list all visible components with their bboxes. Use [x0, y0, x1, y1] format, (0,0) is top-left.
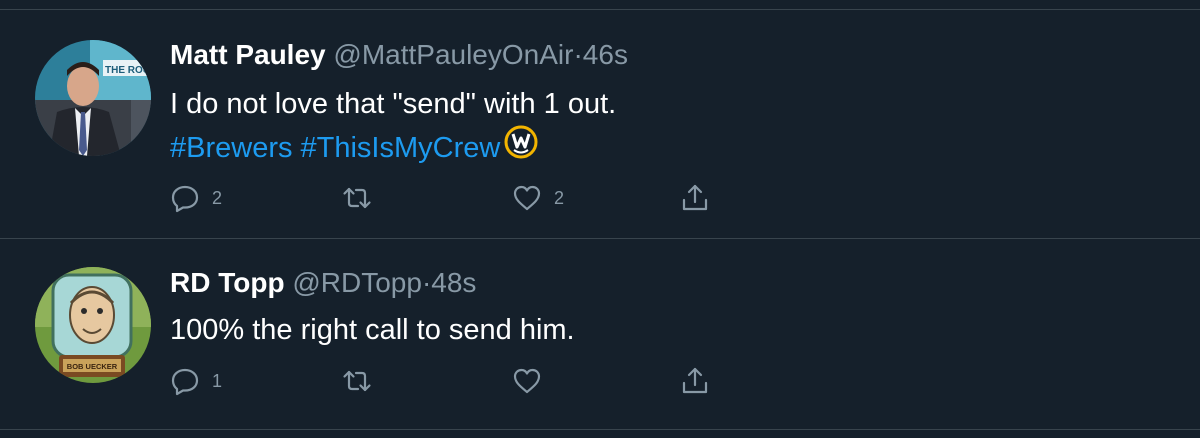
like-button[interactable] — [512, 364, 554, 398]
share-button[interactable] — [680, 364, 710, 398]
like-button[interactable]: 2 — [512, 181, 564, 215]
timestamp[interactable]: 48s — [431, 267, 476, 298]
tweet[interactable]: BOB UECKER RD Topp @RDTopp·48s 100% the … — [0, 239, 1200, 429]
hashtag-brewers[interactable]: #Brewers — [170, 127, 293, 169]
divider — [0, 429, 1200, 430]
avatar[interactable]: BOB UECKER — [35, 267, 151, 383]
user-handle[interactable]: @MattPauleyOnAir — [333, 39, 573, 70]
hashtag-thisismycrew[interactable]: #ThisIsMyCrew — [301, 127, 501, 169]
timestamp[interactable]: 46s — [583, 39, 628, 70]
avatar-banner-text: THE ROU — [105, 65, 150, 76]
tweet-text: 100% the right call to send him. — [170, 309, 575, 351]
brewers-logo-icon — [504, 125, 538, 171]
display-name[interactable]: RD Topp — [170, 267, 285, 298]
retweet-button[interactable] — [342, 181, 384, 215]
reply-button[interactable]: 1 — [170, 364, 222, 398]
reply-count: 1 — [212, 370, 223, 391]
tweet[interactable]: THE ROU Matt Pauley @MattPauleyOnAir·46s… — [0, 10, 1200, 238]
share-icon — [682, 184, 708, 211]
tweet-text-line: I do not love that "send" with 1 out. — [170, 88, 617, 120]
tweet-text: I do not love that "send" with 1 out. #B… — [170, 83, 616, 171]
like-count: 2 — [554, 187, 565, 208]
tweet-header: Matt Pauley @MattPauleyOnAir·46s — [170, 38, 628, 72]
tweet-text-line: 100% the right call to send him. — [170, 314, 575, 346]
like-icon — [513, 185, 541, 211]
display-name[interactable]: Matt Pauley — [170, 39, 326, 70]
like-icon — [513, 368, 541, 394]
reply-button[interactable]: 2 — [170, 181, 222, 215]
share-button[interactable] — [680, 181, 710, 215]
avatar-plate-text: BOB UECKER — [67, 362, 118, 371]
separator-dot: · — [573, 39, 583, 70]
avatar[interactable]: THE ROU — [35, 40, 151, 156]
share-icon — [682, 367, 708, 394]
separator-dot: · — [421, 267, 432, 298]
retweet-icon — [343, 187, 371, 209]
user-handle[interactable]: @RDTopp — [292, 267, 422, 298]
reply-icon — [171, 368, 199, 396]
tweet-header: RD Topp @RDTopp·48s — [170, 266, 476, 300]
hashtag-line: #Brewers #ThisIsMyCrew — [170, 125, 616, 171]
retweet-icon — [343, 370, 371, 392]
reply-count: 2 — [212, 187, 223, 208]
retweet-button[interactable] — [342, 364, 384, 398]
reply-icon — [171, 185, 199, 213]
timeline: THE ROU Matt Pauley @MattPauleyOnAir·46s… — [0, 0, 1200, 438]
